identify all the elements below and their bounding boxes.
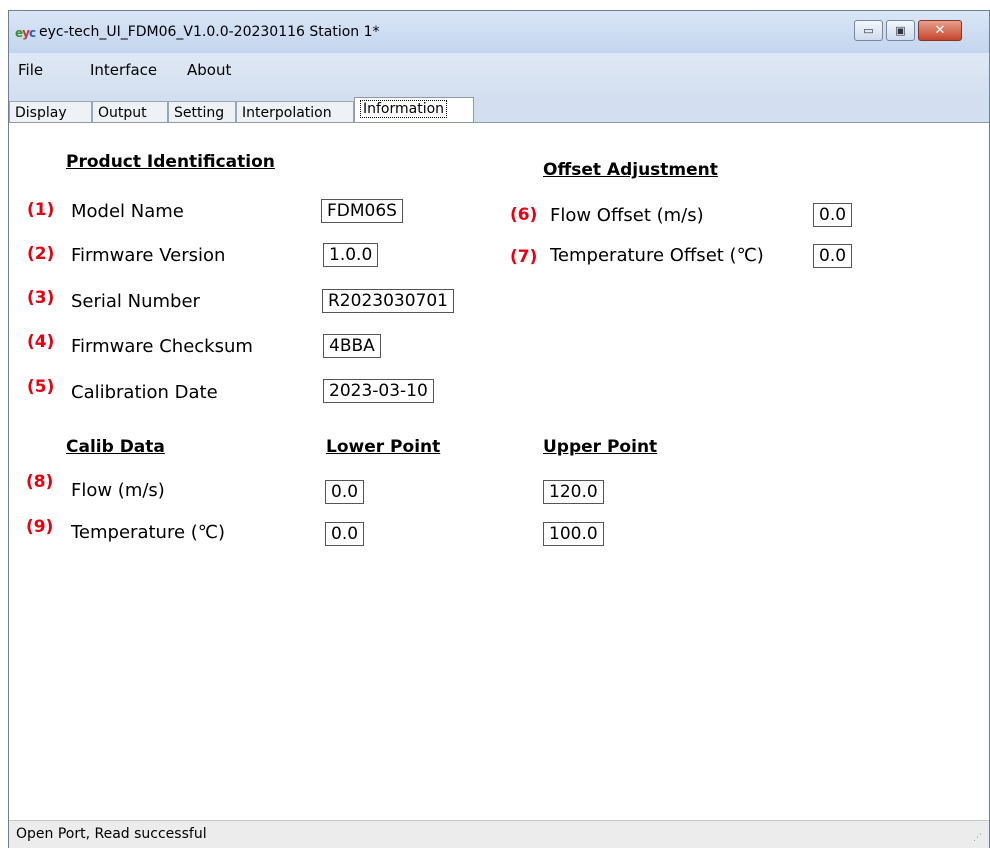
calib-temperature-label: Temperature (℃) [71, 522, 226, 543]
title-bar[interactable]: eyc eyc-tech_UI_FDM06_V1.0.0-20230116 St… [9, 11, 989, 53]
annotation-5: (5) [27, 377, 55, 397]
tab-information[interactable]: Information [354, 97, 474, 124]
resize-grip-icon[interactable]: ⋰ [973, 833, 985, 845]
information-panel: Product Identification (1) Model Name FD… [9, 122, 989, 820]
product-identification-heading: Product Identification [66, 152, 275, 172]
temperature-offset-label: Temperature Offset (℃) [550, 245, 764, 266]
firmware-checksum-value: 4BBA [323, 334, 381, 358]
tab-output[interactable]: Output [92, 101, 168, 123]
firmware-version-label: Firmware Version [71, 245, 226, 266]
maximize-icon: ▣ [895, 24, 906, 37]
model-name-label: Model Name [71, 201, 184, 222]
temperature-offset-value: 0.0 [813, 244, 853, 268]
menu-bar: File Interface About [9, 53, 989, 97]
tab-setting[interactable]: Setting [168, 101, 236, 123]
flow-offset-label: Flow Offset (m/s) [550, 205, 704, 226]
calib-flow-lower-value: 0.0 [325, 480, 365, 504]
annotation-4: (4) [27, 332, 55, 352]
menu-interface[interactable]: Interface [90, 61, 157, 79]
offset-adjustment-heading: Offset Adjustment [543, 160, 718, 180]
tab-interpolation[interactable]: Interpolation [236, 101, 354, 123]
annotation-8: (8) [26, 472, 54, 492]
annotation-9: (9) [26, 517, 54, 537]
serial-number-value: R2023030701 [322, 289, 454, 313]
status-bar: Open Port, Read successful ⋰ [9, 820, 989, 848]
annotation-7: (7) [510, 247, 538, 267]
calibration-date-label: Calibration Date [71, 382, 218, 403]
firmware-checksum-label: Firmware Checksum [71, 336, 253, 357]
menu-about[interactable]: About [187, 61, 231, 79]
serial-number-label: Serial Number [71, 291, 200, 312]
lower-point-heading: Lower Point [326, 437, 441, 457]
flow-offset-value: 0.0 [813, 203, 853, 227]
tab-strip: Display Output Setting Interpolation Inf… [9, 97, 989, 124]
minimize-button[interactable]: ▭ [854, 20, 883, 41]
menu-file[interactable]: File [18, 61, 43, 79]
annotation-3: (3) [27, 288, 55, 308]
minimize-icon: ▭ [863, 24, 874, 37]
close-button[interactable]: ✕ [918, 20, 962, 41]
annotation-2: (2) [27, 244, 55, 264]
maximize-button[interactable]: ▣ [886, 20, 915, 41]
firmware-version-value: 1.0.0 [323, 243, 379, 267]
annotation-6: (6) [510, 205, 538, 225]
app-window: eyc eyc-tech_UI_FDM06_V1.0.0-20230116 St… [8, 10, 990, 848]
window-title: eyc-tech_UI_FDM06_V1.0.0-20230116 Statio… [39, 24, 380, 40]
status-text: Open Port, Read successful [16, 826, 207, 842]
calibration-date-value: 2023-03-10 [323, 379, 434, 403]
annotation-1: (1) [27, 200, 55, 220]
tab-information-label: Information [360, 100, 448, 118]
upper-point-heading: Upper Point [543, 437, 658, 457]
tab-display[interactable]: Display [9, 101, 92, 123]
calib-temperature-lower-value: 0.0 [325, 522, 365, 546]
calib-temperature-upper-value: 100.0 [543, 522, 604, 546]
eyc-logo-icon: eyc [15, 26, 36, 40]
model-name-value: FDM06S [321, 199, 403, 223]
calib-flow-label: Flow (m/s) [71, 480, 165, 501]
calib-flow-upper-value: 120.0 [543, 480, 604, 504]
calib-data-heading: Calib Data [66, 437, 165, 457]
close-icon: ✕ [934, 23, 946, 38]
